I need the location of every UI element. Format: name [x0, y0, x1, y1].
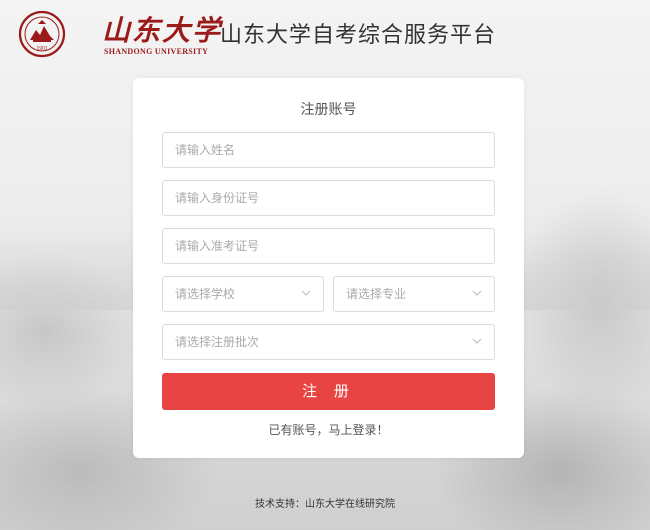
footer-support-text: 技术支持：山东大学在线研究院	[255, 499, 395, 510]
id-card-field[interactable]	[162, 180, 495, 216]
exam-id-input[interactable]	[163, 229, 494, 263]
batch-select-value: 请选择注册批次	[175, 335, 260, 349]
chevron-down-icon	[301, 290, 311, 296]
form-title: 注册账号	[300, 102, 357, 118]
university-logo-text: 山东大学	[102, 14, 223, 47]
major-select[interactable]: 请选择专业	[333, 276, 495, 312]
school-select-value: 请选择学校	[175, 287, 236, 301]
name-input[interactable]	[163, 133, 494, 167]
seal-year: 1901	[36, 46, 47, 52]
id-card-input[interactable]	[163, 181, 494, 215]
register-card: 注册账号 请选择学校 请选择专业 请选择注册批次 注 册 已有账号，马上登录！	[133, 78, 524, 458]
batch-select[interactable]: 请选择注册批次	[162, 324, 495, 360]
chevron-down-icon	[472, 338, 482, 344]
major-select-value: 请选择专业	[346, 287, 407, 301]
university-seal-icon: 1901	[18, 10, 66, 58]
exam-id-field[interactable]	[162, 228, 495, 264]
site-title: 山东大学自考综合服务平台	[220, 23, 497, 48]
site-header: 1901 山东大学 SHANDONG UNIVERSITY 山东大学自考综合服务…	[14, 10, 644, 60]
register-button[interactable]: 注 册	[162, 373, 495, 410]
university-logo-english: SHANDONG UNIVERSITY	[104, 47, 209, 56]
chevron-down-icon	[472, 290, 482, 296]
name-field[interactable]	[162, 132, 495, 168]
school-select[interactable]: 请选择学校	[162, 276, 324, 312]
login-link[interactable]: 已有账号，马上登录！	[133, 421, 524, 439]
